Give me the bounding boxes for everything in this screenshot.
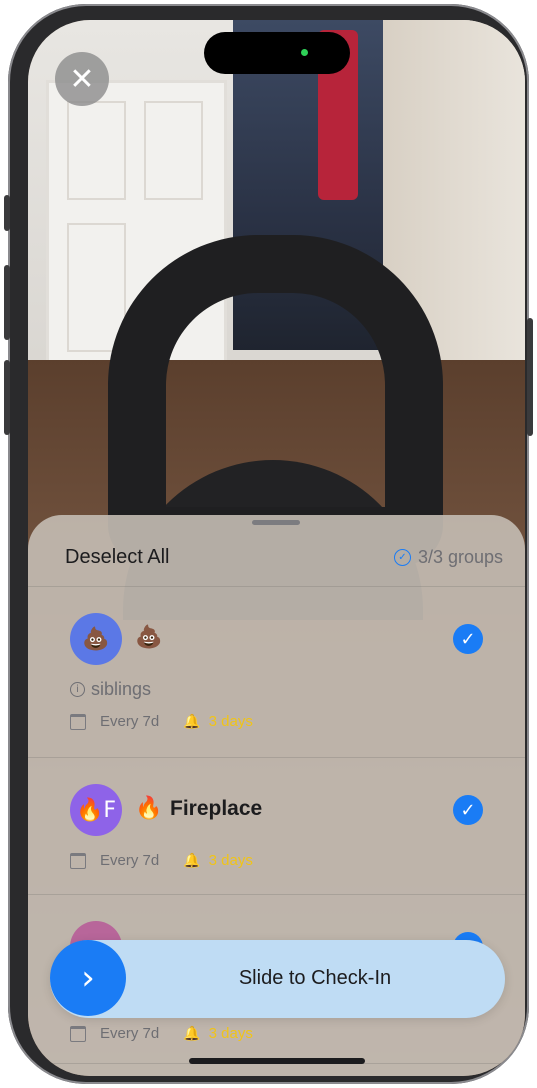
group-name: Fireplace (170, 797, 263, 820)
group-frequency: Every 7d (100, 713, 160, 730)
bell-icon: 🔔 (183, 1025, 201, 1042)
group-frequency: Every 7d (100, 1025, 160, 1042)
group-meta: Every 7d 🔔 3 days (70, 852, 253, 869)
groups-count-label: 3/3 groups (417, 547, 503, 567)
selected-check-icon[interactable]: ✓ (453, 624, 483, 654)
bell-icon: 🔔 (183, 713, 201, 730)
group-reminder: 3 days (208, 852, 253, 869)
group-reminder: 3 days (208, 713, 253, 730)
slider-handle[interactable]: › (50, 940, 126, 1016)
calendar-icon (70, 1025, 86, 1042)
selected-check-icon[interactable]: ✓ (453, 795, 483, 825)
camera-indicator-icon (301, 49, 308, 56)
close-icon: ✕ (69, 61, 95, 97)
dynamic-island (204, 32, 350, 74)
deselect-all-button[interactable]: Deselect All (65, 546, 170, 569)
power-button (527, 318, 533, 436)
group-frequency: Every 7d (100, 852, 160, 869)
calendar-icon (70, 852, 86, 869)
phone-frame: ✕ Deselect All ✓ 3/3 groups 💩 💩 ✓ i sibl… (8, 4, 529, 1084)
group-reminder: 3 days (208, 1025, 253, 1042)
sheet-grabber[interactable] (252, 520, 300, 525)
door-panel (67, 101, 126, 200)
slide-to-check-in[interactable]: Slide to Check-In › (50, 940, 505, 1018)
check-circle-icon: ✓ (393, 549, 411, 566)
group-row[interactable]: 💩 💩 ✓ i siblings Every 7d 🔔 3 days (28, 587, 525, 757)
chevron-right-icon: › (81, 958, 95, 998)
group-subtitle: i siblings (70, 679, 151, 700)
group-emoji: 🔥 (135, 796, 163, 821)
group-emoji: 💩 (135, 625, 163, 650)
group-row[interactable]: 🔥F 🔥 Fireplace ✓ Every 7d 🔔 3 days (28, 758, 525, 894)
close-button[interactable]: ✕ (55, 52, 109, 106)
action-button (4, 195, 10, 231)
volume-up-button (4, 265, 10, 340)
home-indicator[interactable] (189, 1058, 365, 1064)
group-avatar: 💩 (70, 613, 122, 665)
bell-icon: 🔔 (183, 852, 201, 869)
info-icon: i (70, 682, 85, 697)
calendar-icon (70, 713, 86, 730)
group-meta: Every 7d 🔔 3 days (70, 1025, 253, 1042)
screen: ✕ Deselect All ✓ 3/3 groups 💩 💩 ✓ i sibl… (28, 20, 525, 1076)
group-meta: Every 7d 🔔 3 days (70, 713, 253, 730)
sheet-header: Deselect All ✓ 3/3 groups (28, 535, 525, 583)
volume-down-button (4, 360, 10, 435)
groups-count: ✓ 3/3 groups (393, 547, 503, 568)
door-panel (144, 101, 203, 200)
group-avatar: 🔥F (70, 784, 122, 836)
group-subtitle-label: siblings (91, 679, 152, 699)
